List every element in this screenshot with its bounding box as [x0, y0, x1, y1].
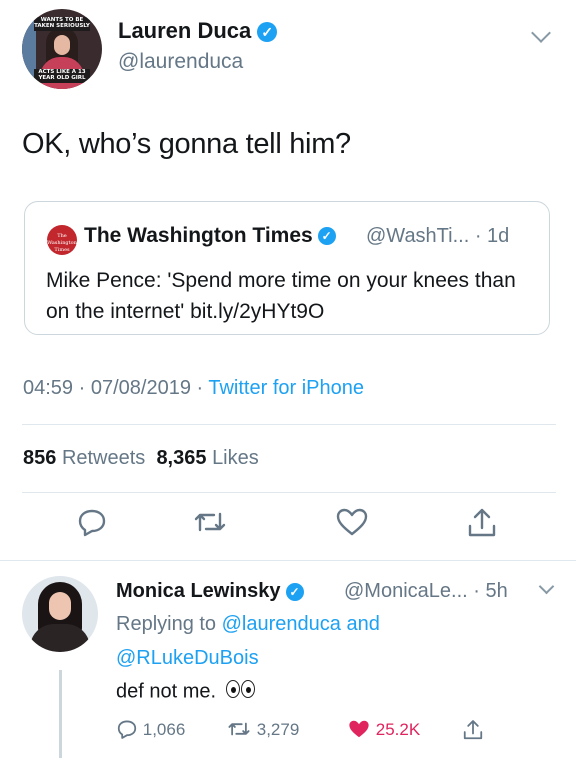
reply-icon: [78, 509, 106, 537]
like-button[interactable]: [335, 506, 371, 542]
reply-reply-button[interactable]: 1,066: [116, 718, 185, 740]
replying-to: Replying to @laurenduca and @RLukeDuBois: [116, 613, 380, 669]
mention-laurenduca[interactable]: @laurenduca: [222, 613, 341, 635]
retweet-icon: [228, 722, 250, 736]
divider: [0, 560, 576, 561]
quoted-tweet-text: Mike Pence: 'Spend more time on your kne…: [46, 269, 516, 323]
share-icon: [463, 720, 483, 740]
reply-handle-time: @MonicaLe... · 5h: [344, 580, 508, 602]
eyes-emoji-icon: [225, 680, 256, 704]
thread-line: [59, 670, 62, 758]
retweet-icon: [194, 512, 226, 532]
engagement-stats: 856 Retweets 8,365 Likes: [23, 447, 259, 470]
avatar-caption-top: WANTS TO BE TAKEN SERIOUSLY: [34, 17, 90, 31]
verified-badge-icon: ✓: [257, 22, 278, 43]
retweets-stat[interactable]: 856 Retweets: [23, 447, 145, 469]
like-icon: [349, 720, 369, 738]
reply-button[interactable]: [76, 506, 112, 542]
reply-text: def not me.: [116, 680, 256, 704]
reply-icon: [117, 720, 137, 739]
lauren-duca-avatar[interactable]: WANTS TO BE TAKEN SERIOUSLY ACTS LIKE A …: [22, 9, 102, 89]
tweet-text: OK, who’s gonna tell him?: [22, 128, 351, 160]
monica-lewinsky-avatar[interactable]: [22, 576, 98, 652]
reply-like-button[interactable]: 25.2K: [347, 718, 420, 740]
share-button[interactable]: [466, 506, 502, 542]
divider: [22, 424, 556, 425]
author-display-name[interactable]: Lauren Duca ✓: [118, 18, 278, 44]
quoted-author-name[interactable]: The Washington Times ✓: [84, 224, 336, 248]
author-handle[interactable]: @laurenduca: [118, 50, 243, 74]
likes-stat[interactable]: 8,365 Likes: [156, 447, 258, 469]
chevron-down-icon[interactable]: [538, 578, 555, 595]
retweet-button[interactable]: [192, 506, 228, 542]
tweet-timestamp: 04:59 · 07/08/2019 · Twitter for iPhone: [23, 377, 364, 399]
share-icon: [468, 508, 496, 537]
divider: [22, 492, 556, 493]
like-icon: [336, 508, 368, 536]
reply-retweet-button[interactable]: 3,279: [226, 718, 299, 740]
mention-rlukedubois[interactable]: @RLukeDuBois: [116, 647, 259, 669]
tweet-source-link[interactable]: Twitter for iPhone: [208, 377, 364, 399]
reply-share-button[interactable]: [462, 718, 484, 742]
washington-times-logo: The Washington Times: [47, 225, 77, 255]
quoted-handle-time: @WashTi... · 1d: [366, 225, 510, 247]
verified-badge-icon: ✓: [285, 582, 304, 601]
reply-author-name[interactable]: Monica Lewinsky ✓: [116, 580, 304, 603]
chevron-down-icon[interactable]: [531, 23, 551, 43]
verified-badge-icon: ✓: [317, 227, 336, 246]
avatar-caption-bottom: ACTS LIKE A 13 YEAR OLD GIRL: [34, 69, 90, 83]
